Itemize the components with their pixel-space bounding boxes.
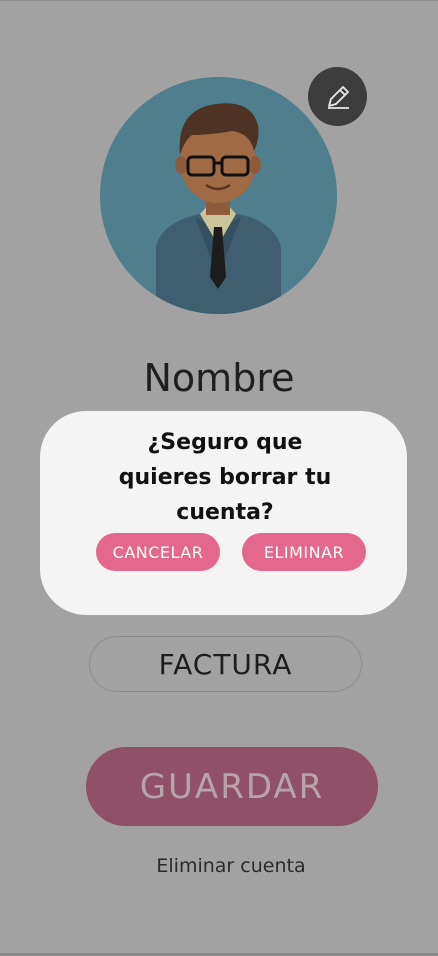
cancel-button[interactable]: CANCELAR [96, 533, 220, 571]
avatar-illustration [156, 103, 281, 314]
profile-name: Nombre [143, 356, 295, 400]
avatar[interactable] [100, 77, 337, 314]
pencil-icon [327, 85, 349, 109]
dialog-message-line: quieres borrar tu [118, 465, 332, 490]
save-button[interactable]: GUARDAR [86, 747, 378, 826]
top-divider [0, 0, 438, 1]
delete-account-link[interactable]: Eliminar cuenta [0, 855, 438, 877]
dialog-message: ¿Seguro que quieres borrar tu cuenta? [100, 425, 350, 530]
dialog-message-line: cuenta? [176, 500, 274, 525]
dialog-message-line: ¿Seguro que [147, 430, 303, 455]
confirm-delete-dialog: ¿Seguro que quieres borrar tu cuenta? CA… [40, 411, 407, 615]
invoice-button[interactable]: FACTURA [89, 636, 362, 692]
edit-avatar-button[interactable] [308, 67, 367, 126]
confirm-delete-button[interactable]: ELIMINAR [242, 533, 366, 571]
